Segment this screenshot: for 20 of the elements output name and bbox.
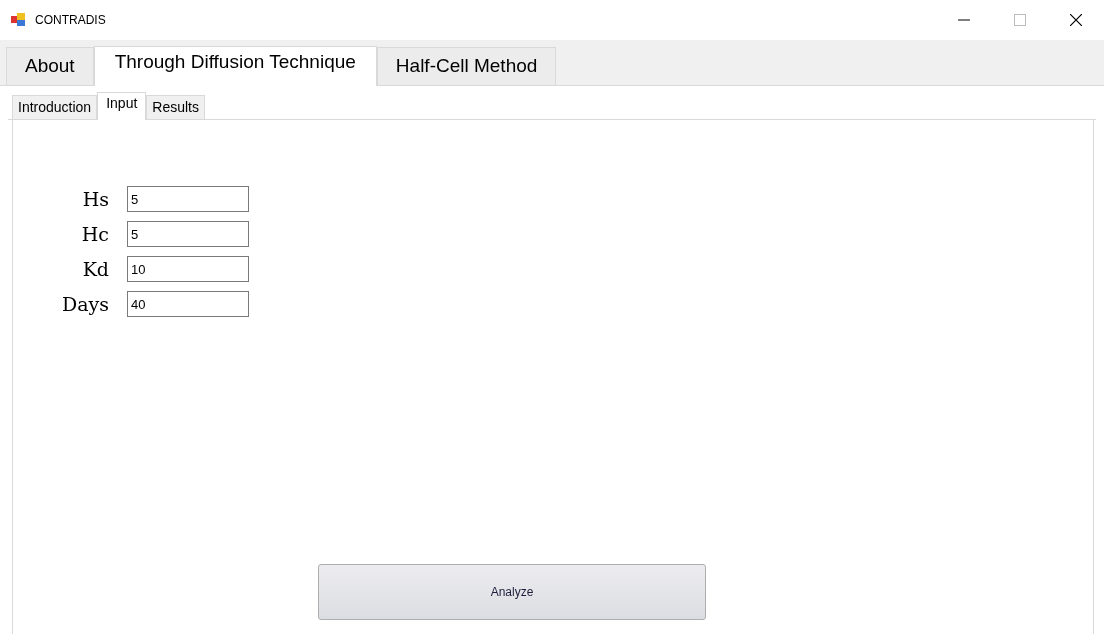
- tab[interactable]: Input: [97, 92, 147, 120]
- tab[interactable]: About: [6, 47, 94, 85]
- field-label: Hc: [80, 222, 109, 247]
- analyze-button[interactable]: Analyze: [318, 564, 706, 620]
- app-icon: [11, 12, 27, 28]
- input-field[interactable]: 10: [127, 256, 249, 282]
- input-field[interactable]: 40: [127, 291, 249, 317]
- tab[interactable]: Introduction: [12, 95, 98, 119]
- maximize-icon: [1014, 14, 1026, 26]
- field-label: Hs: [81, 187, 109, 212]
- field-label: Days: [60, 292, 109, 317]
- close-icon: [1070, 14, 1082, 26]
- window-title: CONTRADIS: [35, 12, 106, 29]
- minimize-icon: [958, 19, 970, 21]
- field-label: Kd: [81, 257, 109, 282]
- tab[interactable]: Through Diffusion Technique: [93, 46, 377, 86]
- input-field[interactable]: 5: [127, 221, 249, 247]
- tab[interactable]: Results: [146, 95, 205, 119]
- tab[interactable]: Half-Cell Method: [376, 47, 557, 85]
- input-field[interactable]: 5: [127, 186, 249, 212]
